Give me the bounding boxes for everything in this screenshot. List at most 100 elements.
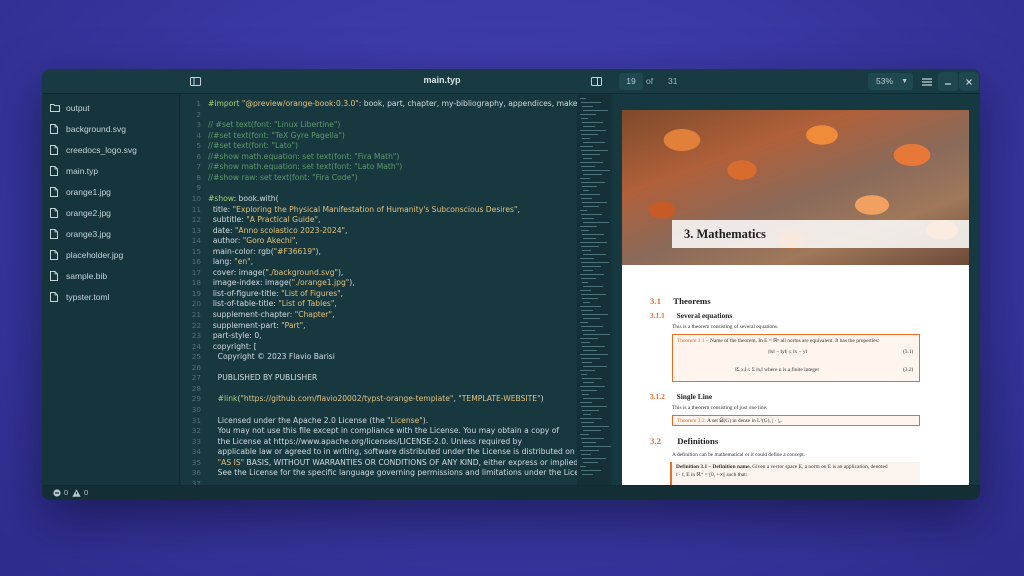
minimap-line — [582, 346, 605, 348]
code-line[interactable]: "AS IS" BASIS, WITHOUT WARRANTIES OR CON… — [208, 458, 581, 468]
minimap-line — [581, 198, 592, 200]
file-item[interactable]: creedocs_logo.svg — [42, 139, 179, 160]
code-line[interactable]: // #set text(font: "Linux Libertine") — [208, 120, 340, 130]
code-line[interactable]: #show: book.with( — [208, 194, 279, 204]
errors-indicator[interactable]: 0 — [53, 488, 68, 497]
minimap-line — [580, 402, 592, 404]
file-item[interactable]: placeholder.jpg — [42, 244, 179, 265]
file-item[interactable]: output — [42, 97, 179, 118]
section-title: Single Line — [676, 392, 713, 401]
code-line[interactable]: //#show math.equation: set text(font: "F… — [208, 152, 399, 162]
file-item[interactable]: typster.toml — [42, 286, 179, 307]
code-line[interactable]: the License at https://www.apache.org/li… — [208, 437, 522, 447]
line-number: 1 — [196, 99, 201, 108]
file-name: creedocs_logo.svg — [66, 144, 137, 155]
minimap-line — [580, 178, 590, 180]
code-line[interactable]: applicable law or agreed to in writing, … — [208, 447, 587, 457]
file-name: placeholder.jpg — [66, 249, 124, 260]
status-bar: 0 0 — [42, 485, 980, 500]
close-button[interactable] — [959, 72, 979, 91]
minimap-line — [580, 194, 600, 196]
minimap-line — [583, 398, 604, 400]
code-line[interactable]: PUBLISHED BY PUBLISHER — [208, 373, 318, 383]
minimap-line — [581, 422, 594, 424]
file-icon — [50, 291, 60, 302]
code-line[interactable]: Copyright © 2023 Flavio Barisi — [208, 352, 335, 362]
line-number: 13 — [191, 225, 201, 235]
file-item[interactable]: orange2.jpg — [42, 202, 179, 223]
code-line[interactable]: supplement-part: "Part", — [208, 321, 306, 331]
code-line[interactable]: copyright: [ — [208, 342, 257, 352]
toggle-sidebar-button[interactable] — [185, 72, 205, 91]
minimap-line — [581, 470, 601, 472]
file-name: sample.bib — [66, 270, 108, 281]
file-item[interactable]: background.svg — [42, 118, 179, 139]
minimap-line — [582, 314, 608, 316]
page-number-input[interactable]: 19 — [619, 73, 643, 90]
code-line[interactable]: list-of-figure-title: "List of Figures", — [208, 289, 343, 299]
equation-number: (3.2) — [903, 367, 914, 373]
minimap-line — [582, 394, 589, 396]
code-line[interactable]: title: "Exploring the Physical Manifesta… — [208, 205, 520, 215]
section-title: Definitions — [677, 436, 719, 446]
paragraph: This is a theorem consisting of just one… — [672, 405, 768, 411]
code-line[interactable]: #link("https://github.com/flavio20002/ty… — [208, 394, 544, 404]
file-icon — [50, 144, 60, 155]
code-line[interactable]: #import "@preview/orange-book:0.3.0": bo… — [208, 99, 601, 109]
code-line[interactable]: author: "Goro Akechi", — [208, 236, 298, 246]
line-number: 31 — [191, 415, 201, 425]
file-item[interactable]: orange1.jpg — [42, 181, 179, 202]
code-line[interactable]: image-index: image("./orange1.jpg"), — [208, 278, 355, 288]
code-line[interactable]: cover: image("./background.svg"), — [208, 268, 344, 278]
file-name: background.svg — [66, 123, 127, 134]
line-number: 30 — [191, 404, 201, 414]
toggle-preview-button[interactable] — [586, 72, 606, 91]
minimap-line — [581, 278, 596, 280]
code-line[interactable]: main-color: rgb("#F36619"), — [208, 247, 321, 257]
file-icon — [50, 207, 60, 218]
file-item[interactable]: main.typ — [42, 160, 179, 181]
line-number: 10 — [191, 193, 201, 203]
code-line[interactable]: part-style: 0, — [208, 331, 262, 341]
line-number: 34 — [191, 447, 201, 457]
line-number: 2 — [196, 109, 201, 119]
line-number: 6 — [196, 151, 201, 161]
minimap-line — [581, 118, 588, 120]
code-line[interactable]: date: "Anno scolastico 2023-2024", — [208, 226, 348, 236]
code-line[interactable]: subtitle: "A Practical Guide", — [208, 215, 321, 225]
menu-button[interactable] — [917, 72, 937, 91]
minimap-line — [583, 254, 606, 256]
file-item[interactable]: orange3.jpg — [42, 223, 179, 244]
equation-number: (3.1) — [903, 349, 914, 355]
minimap-line — [582, 378, 602, 380]
line-number: 28 — [191, 383, 201, 393]
code-line[interactable]: supplement-chapter: "Chapter", — [208, 310, 335, 320]
code-line[interactable]: See the License for the specific languag… — [208, 468, 595, 478]
zoom-dropdown[interactable]: 53% ▼ — [868, 73, 913, 90]
code-editor[interactable]: 1 2 3 4 5 6 7 8 9 10 11 12 13 14 15 16 17 18 19 20 21 22 23 24 2… — [181, 94, 611, 485]
minimap-line — [583, 126, 595, 128]
minimap-line — [583, 174, 602, 176]
minimap[interactable] — [577, 94, 611, 485]
minimize-button[interactable] — [938, 72, 958, 91]
line-number: 35 — [191, 457, 201, 467]
minimap-line — [581, 246, 599, 248]
code-line[interactable]: //#set text(font: "Lato") — [208, 141, 298, 151]
file-item[interactable]: sample.bib — [42, 265, 179, 286]
warnings-indicator[interactable]: 0 — [72, 488, 88, 497]
minimap-line — [582, 474, 593, 476]
code-line[interactable]: //#show raw: set text(font: "Fira Code") — [208, 173, 358, 183]
code-line[interactable]: //#set text(font: "TeX Gyre Pagella") — [208, 131, 345, 141]
code-line[interactable]: list-of-table-title: "List of Tables", — [208, 299, 337, 309]
minimap-line — [581, 358, 600, 360]
chevron-down-icon: ▼ — [901, 78, 908, 85]
code-line[interactable]: Licensed under the Apache 2.0 License (t… — [208, 416, 429, 426]
line-number: 3 — [196, 120, 201, 130]
code-line[interactable]: You may not use this file except in comp… — [208, 426, 559, 436]
line-number: 20 — [191, 299, 201, 309]
code-line[interactable]: //#show math.equation: set text(font: "L… — [208, 162, 402, 172]
theorem-box: Theorem 3.2. A set 𝒟(G) in dense in L²(G… — [672, 415, 920, 426]
document-preview[interactable]: 3. Mathematics 3.1 Theorems 3.1.1 Severa… — [612, 94, 980, 490]
code-line[interactable]: lang: "en", — [208, 257, 253, 267]
minimap-line — [580, 450, 599, 452]
